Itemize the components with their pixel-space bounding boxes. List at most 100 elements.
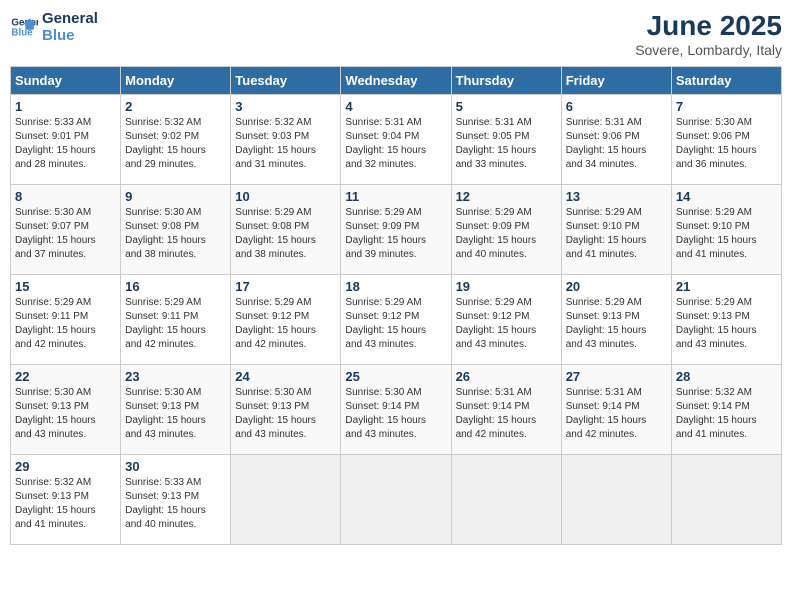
day-number: 15 — [15, 279, 116, 294]
col-friday: Friday — [561, 67, 671, 95]
table-row — [231, 455, 341, 545]
day-info: Sunrise: 5:29 AM Sunset: 9:13 PM Dayligh… — [676, 296, 777, 352]
table-row: 22 Sunrise: 5:30 AM Sunset: 9:13 PM Dayl… — [11, 365, 121, 455]
day-number: 10 — [235, 189, 336, 204]
day-info: Sunrise: 5:31 AM Sunset: 9:05 PM Dayligh… — [456, 116, 557, 172]
day-info: Sunrise: 5:30 AM Sunset: 9:13 PM Dayligh… — [235, 386, 336, 442]
day-info: Sunrise: 5:29 AM Sunset: 9:11 PM Dayligh… — [125, 296, 226, 352]
day-number: 14 — [676, 189, 777, 204]
day-info: Sunrise: 5:30 AM Sunset: 9:08 PM Dayligh… — [125, 206, 226, 262]
day-number: 4 — [345, 99, 446, 114]
day-number: 21 — [676, 279, 777, 294]
calendar-week-3: 15 Sunrise: 5:29 AM Sunset: 9:11 PM Dayl… — [11, 275, 782, 365]
table-row: 29 Sunrise: 5:32 AM Sunset: 9:13 PM Dayl… — [11, 455, 121, 545]
day-number: 6 — [566, 99, 667, 114]
day-number: 25 — [345, 369, 446, 384]
col-wednesday: Wednesday — [341, 67, 451, 95]
logo-icon: General Blue — [10, 13, 38, 41]
day-info: Sunrise: 5:31 AM Sunset: 9:06 PM Dayligh… — [566, 116, 667, 172]
day-number: 17 — [235, 279, 336, 294]
col-saturday: Saturday — [671, 67, 781, 95]
day-info: Sunrise: 5:32 AM Sunset: 9:03 PM Dayligh… — [235, 116, 336, 172]
table-row: 23 Sunrise: 5:30 AM Sunset: 9:13 PM Dayl… — [121, 365, 231, 455]
day-number: 29 — [15, 459, 116, 474]
calendar-table: Sunday Monday Tuesday Wednesday Thursday… — [10, 66, 782, 545]
day-info: Sunrise: 5:32 AM Sunset: 9:14 PM Dayligh… — [676, 386, 777, 442]
table-row: 12 Sunrise: 5:29 AM Sunset: 9:09 PM Dayl… — [451, 185, 561, 275]
day-number: 18 — [345, 279, 446, 294]
table-row: 2 Sunrise: 5:32 AM Sunset: 9:02 PM Dayli… — [121, 95, 231, 185]
table-row: 7 Sunrise: 5:30 AM Sunset: 9:06 PM Dayli… — [671, 95, 781, 185]
calendar-week-4: 22 Sunrise: 5:30 AM Sunset: 9:13 PM Dayl… — [11, 365, 782, 455]
calendar-week-1: 1 Sunrise: 5:33 AM Sunset: 9:01 PM Dayli… — [11, 95, 782, 185]
day-info: Sunrise: 5:31 AM Sunset: 9:14 PM Dayligh… — [566, 386, 667, 442]
day-info: Sunrise: 5:29 AM Sunset: 9:10 PM Dayligh… — [566, 206, 667, 262]
col-monday: Monday — [121, 67, 231, 95]
day-number: 16 — [125, 279, 226, 294]
day-info: Sunrise: 5:29 AM Sunset: 9:12 PM Dayligh… — [345, 296, 446, 352]
table-row: 27 Sunrise: 5:31 AM Sunset: 9:14 PM Dayl… — [561, 365, 671, 455]
day-info: Sunrise: 5:29 AM Sunset: 9:10 PM Dayligh… — [676, 206, 777, 262]
day-number: 7 — [676, 99, 777, 114]
day-number: 5 — [456, 99, 557, 114]
table-row: 16 Sunrise: 5:29 AM Sunset: 9:11 PM Dayl… — [121, 275, 231, 365]
day-info: Sunrise: 5:29 AM Sunset: 9:09 PM Dayligh… — [456, 206, 557, 262]
day-number: 12 — [456, 189, 557, 204]
day-number: 24 — [235, 369, 336, 384]
day-info: Sunrise: 5:32 AM Sunset: 9:13 PM Dayligh… — [15, 476, 116, 532]
calendar-title: June 2025 — [635, 10, 782, 42]
day-number: 30 — [125, 459, 226, 474]
day-info: Sunrise: 5:30 AM Sunset: 9:13 PM Dayligh… — [15, 386, 116, 442]
title-area: June 2025 Sovere, Lombardy, Italy — [635, 10, 782, 58]
header-row: Sunday Monday Tuesday Wednesday Thursday… — [11, 67, 782, 95]
table-row: 3 Sunrise: 5:32 AM Sunset: 9:03 PM Dayli… — [231, 95, 341, 185]
table-row — [671, 455, 781, 545]
col-tuesday: Tuesday — [231, 67, 341, 95]
day-info: Sunrise: 5:29 AM Sunset: 9:12 PM Dayligh… — [456, 296, 557, 352]
table-row: 11 Sunrise: 5:29 AM Sunset: 9:09 PM Dayl… — [341, 185, 451, 275]
day-number: 27 — [566, 369, 667, 384]
day-number: 22 — [15, 369, 116, 384]
day-info: Sunrise: 5:29 AM Sunset: 9:09 PM Dayligh… — [345, 206, 446, 262]
header: General Blue General Blue June 2025 Sove… — [10, 10, 782, 58]
day-info: Sunrise: 5:29 AM Sunset: 9:08 PM Dayligh… — [235, 206, 336, 262]
logo: General Blue General Blue — [10, 10, 98, 44]
day-number: 13 — [566, 189, 667, 204]
day-info: Sunrise: 5:30 AM Sunset: 9:14 PM Dayligh… — [345, 386, 446, 442]
table-row: 19 Sunrise: 5:29 AM Sunset: 9:12 PM Dayl… — [451, 275, 561, 365]
day-number: 20 — [566, 279, 667, 294]
day-number: 3 — [235, 99, 336, 114]
table-row: 13 Sunrise: 5:29 AM Sunset: 9:10 PM Dayl… — [561, 185, 671, 275]
table-row: 15 Sunrise: 5:29 AM Sunset: 9:11 PM Dayl… — [11, 275, 121, 365]
day-info: Sunrise: 5:31 AM Sunset: 9:14 PM Dayligh… — [456, 386, 557, 442]
day-number: 1 — [15, 99, 116, 114]
table-row: 20 Sunrise: 5:29 AM Sunset: 9:13 PM Dayl… — [561, 275, 671, 365]
day-info: Sunrise: 5:32 AM Sunset: 9:02 PM Dayligh… — [125, 116, 226, 172]
table-row: 26 Sunrise: 5:31 AM Sunset: 9:14 PM Dayl… — [451, 365, 561, 455]
day-info: Sunrise: 5:30 AM Sunset: 9:07 PM Dayligh… — [15, 206, 116, 262]
day-number: 19 — [456, 279, 557, 294]
table-row: 24 Sunrise: 5:30 AM Sunset: 9:13 PM Dayl… — [231, 365, 341, 455]
table-row: 30 Sunrise: 5:33 AM Sunset: 9:13 PM Dayl… — [121, 455, 231, 545]
table-row — [561, 455, 671, 545]
day-info: Sunrise: 5:29 AM Sunset: 9:13 PM Dayligh… — [566, 296, 667, 352]
table-row: 21 Sunrise: 5:29 AM Sunset: 9:13 PM Dayl… — [671, 275, 781, 365]
day-info: Sunrise: 5:30 AM Sunset: 9:13 PM Dayligh… — [125, 386, 226, 442]
day-number: 2 — [125, 99, 226, 114]
table-row: 18 Sunrise: 5:29 AM Sunset: 9:12 PM Dayl… — [341, 275, 451, 365]
table-row — [341, 455, 451, 545]
col-thursday: Thursday — [451, 67, 561, 95]
calendar-week-2: 8 Sunrise: 5:30 AM Sunset: 9:07 PM Dayli… — [11, 185, 782, 275]
logo-general: General — [42, 10, 98, 27]
table-row: 9 Sunrise: 5:30 AM Sunset: 9:08 PM Dayli… — [121, 185, 231, 275]
calendar-subtitle: Sovere, Lombardy, Italy — [635, 42, 782, 58]
table-row: 6 Sunrise: 5:31 AM Sunset: 9:06 PM Dayli… — [561, 95, 671, 185]
table-row: 8 Sunrise: 5:30 AM Sunset: 9:07 PM Dayli… — [11, 185, 121, 275]
day-info: Sunrise: 5:29 AM Sunset: 9:12 PM Dayligh… — [235, 296, 336, 352]
table-row: 25 Sunrise: 5:30 AM Sunset: 9:14 PM Dayl… — [341, 365, 451, 455]
day-info: Sunrise: 5:31 AM Sunset: 9:04 PM Dayligh… — [345, 116, 446, 172]
day-number: 23 — [125, 369, 226, 384]
day-number: 11 — [345, 189, 446, 204]
table-row: 28 Sunrise: 5:32 AM Sunset: 9:14 PM Dayl… — [671, 365, 781, 455]
table-row: 4 Sunrise: 5:31 AM Sunset: 9:04 PM Dayli… — [341, 95, 451, 185]
